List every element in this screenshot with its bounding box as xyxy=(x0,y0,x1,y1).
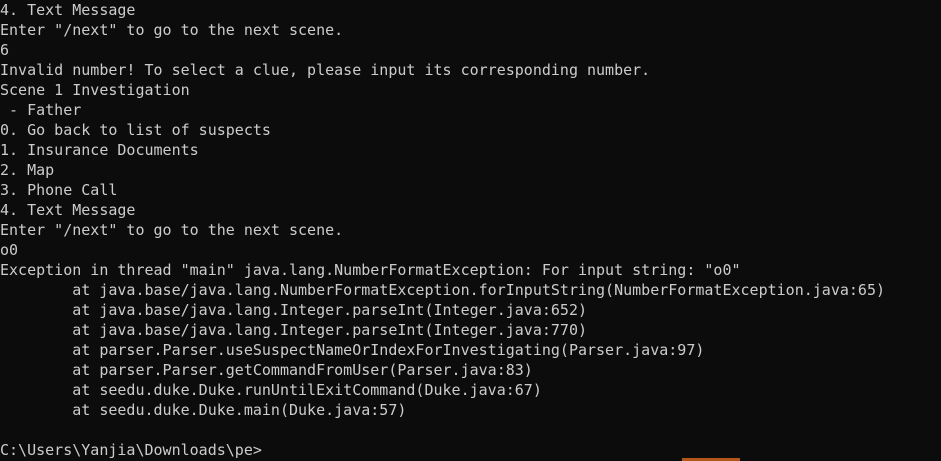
stack-trace-line: at parser.Parser.useSuspectNameOrIndexFo… xyxy=(0,341,705,359)
stack-trace-line: at seedu.duke.Duke.runUntilExitCommand(D… xyxy=(0,381,542,399)
command-prompt[interactable]: C:\Users\Yanjia\Downloads\pe> xyxy=(0,440,941,460)
output-line: Enter "/next" to go to the next scene. xyxy=(0,21,344,39)
stack-trace-line: at seedu.duke.Duke.main(Duke.java:57) xyxy=(0,401,407,419)
stack-trace-line: at java.base/java.lang.Integer.parseInt(… xyxy=(0,321,587,339)
clue-option-line: 3. Phone Call xyxy=(0,181,118,199)
user-input-line: o0 xyxy=(0,241,19,259)
stack-trace-line: at java.base/java.lang.Integer.parseInt(… xyxy=(0,301,587,319)
suspect-name-line: - Father xyxy=(0,101,82,119)
stack-trace-line: at java.base/java.lang.NumberFormatExcep… xyxy=(0,281,886,299)
clue-option-line: 2. Map xyxy=(0,161,55,179)
error-message-line: Invalid number! To select a clue, please… xyxy=(0,61,651,79)
terminal-window[interactable]: 4. Text Message Enter "/next" to go to t… xyxy=(0,0,941,461)
output-line: 4. Text Message xyxy=(0,1,136,19)
output-line: Enter "/next" to go to the next scene. xyxy=(0,221,344,239)
clue-option-line: 0. Go back to list of suspects xyxy=(0,121,271,139)
clue-option-line: 4. Text Message xyxy=(0,201,136,219)
clue-option-line: 1. Insurance Documents xyxy=(0,141,199,159)
exception-line: Exception in thread "main" java.lang.Num… xyxy=(0,261,741,279)
stack-trace-line: at parser.Parser.getCommandFromUser(Pars… xyxy=(0,361,533,379)
scene-title-line: Scene 1 Investigation xyxy=(0,81,190,99)
user-input-line: 6 xyxy=(0,41,10,59)
